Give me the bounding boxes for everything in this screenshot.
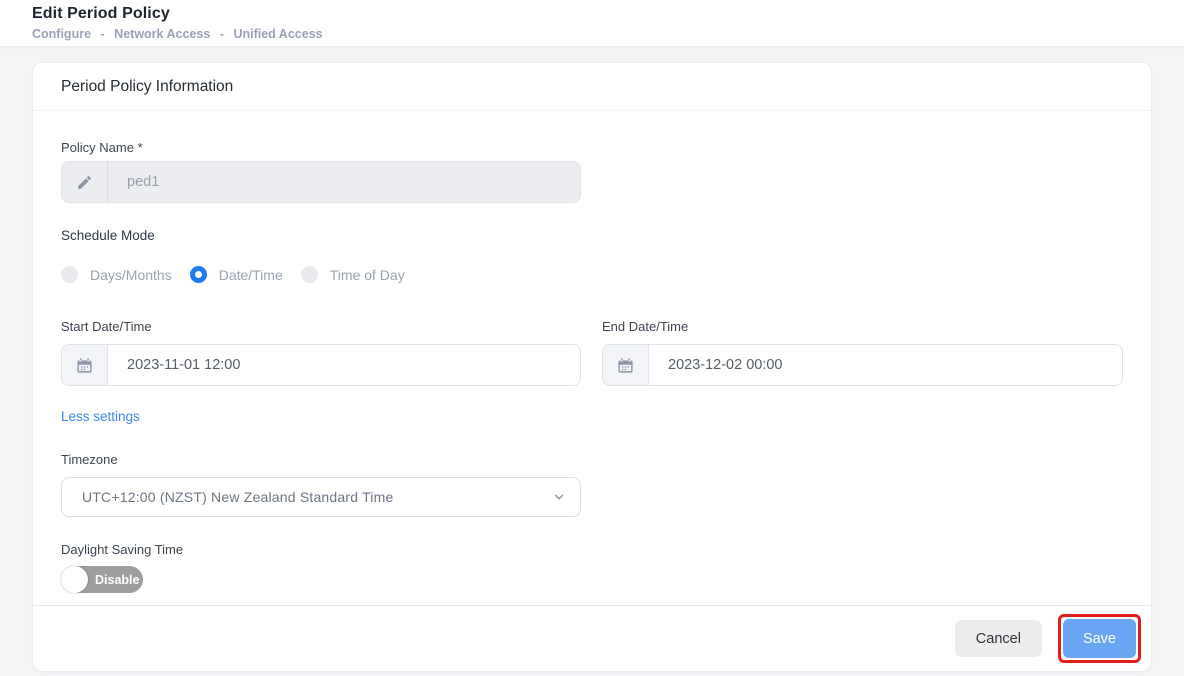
end-datetime-input[interactable]	[649, 345, 1122, 385]
start-datetime-label: Start Date/Time	[61, 319, 152, 334]
end-datetime-group	[602, 344, 1123, 386]
breadcrumb-item-configure[interactable]: Configure	[32, 27, 91, 41]
toggle-state-label: Disable	[95, 572, 140, 587]
policy-name-group	[61, 161, 581, 203]
page-content: Period Policy Information Policy Name * …	[0, 47, 1184, 676]
annotation-highlight: Save	[1057, 614, 1141, 663]
breadcrumb-item-network-access[interactable]: Network Access	[114, 27, 210, 41]
card-title: Period Policy Information	[33, 63, 1151, 111]
pencil-icon	[62, 162, 108, 202]
timezone-select[interactable]: UTC+12:00 (NZST) New Zealand Standard Ti…	[61, 477, 581, 517]
card-footer: Cancel Save	[33, 605, 1151, 671]
policy-name-label: Policy Name *	[61, 140, 143, 155]
chevron-down-icon	[552, 490, 566, 504]
breadcrumb: Configure - Network Access - Unified Acc…	[32, 27, 1152, 41]
toggle-knob	[61, 566, 88, 593]
calendar-icon[interactable]	[62, 345, 108, 385]
timezone-value: UTC+12:00 (NZST) New Zealand Standard Ti…	[82, 489, 394, 505]
radio-unchecked-icon	[300, 266, 318, 283]
radio-label: Time of Day	[329, 266, 405, 283]
radio-unchecked-icon	[61, 266, 78, 283]
card-body: Policy Name * Schedule Mode Days/Months	[33, 111, 1151, 605]
breadcrumb-item-unified-access[interactable]: Unified Access	[233, 27, 322, 41]
daylight-saving-toggle[interactable]: Disable	[61, 566, 143, 593]
less-settings-link[interactable]: Less settings	[61, 409, 140, 424]
policy-name-input[interactable]	[108, 162, 580, 202]
schedule-mode-label: Schedule Mode	[61, 228, 155, 243]
cancel-button[interactable]: Cancel	[954, 620, 1042, 657]
daylight-saving-label: Daylight Saving Time	[61, 542, 184, 557]
start-datetime-group	[61, 344, 581, 386]
radio-days-months[interactable]: Days/Months	[61, 266, 172, 283]
breadcrumb-separator: -	[219, 27, 224, 41]
timezone-label: Timezone	[61, 452, 118, 467]
radio-checked-icon	[189, 266, 207, 283]
radio-time-of-day[interactable]: Time of Day	[300, 266, 405, 283]
calendar-icon[interactable]	[603, 345, 649, 385]
radio-date-time[interactable]: Date/Time	[189, 266, 283, 283]
radio-label: Days/Months	[90, 266, 172, 283]
end-datetime-label: End Date/Time	[602, 319, 689, 334]
page-title: Edit Period Policy	[32, 5, 170, 22]
schedule-mode-options: Days/Months Date/Time Time of Day	[61, 266, 1123, 283]
page-header: Edit Period Policy Configure - Network A…	[0, 0, 1184, 47]
start-datetime-input[interactable]	[108, 345, 580, 385]
save-button[interactable]: Save	[1062, 619, 1136, 658]
period-policy-card: Period Policy Information Policy Name * …	[32, 62, 1152, 672]
breadcrumb-separator: -	[100, 27, 105, 41]
radio-label: Date/Time	[218, 266, 283, 283]
